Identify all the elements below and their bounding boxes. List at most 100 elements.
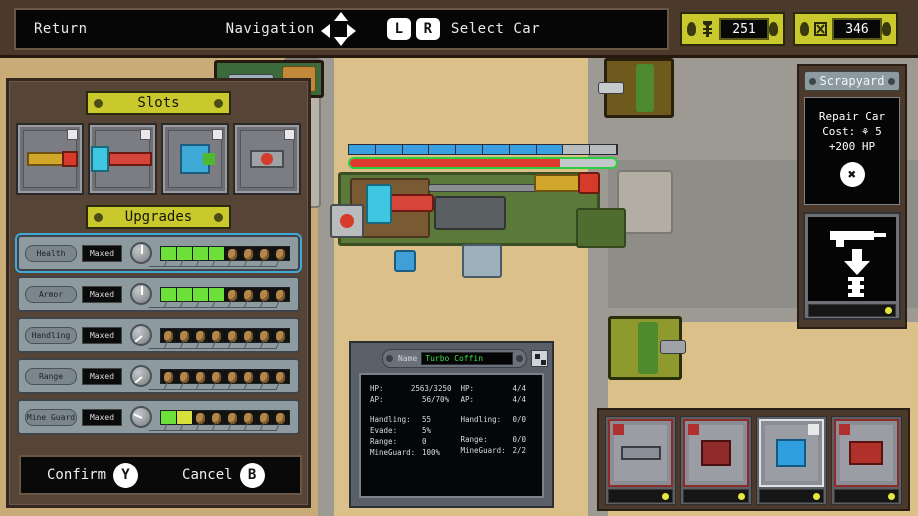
sell-indicator-dot — [885, 307, 892, 314]
weapon-4-core-icon — [260, 153, 273, 165]
upgrade-segment-cost-screw-icon — [257, 369, 273, 383]
sell-weapon-option[interactable] — [803, 212, 901, 320]
slot-weapon-1[interactable] — [16, 123, 85, 195]
upgrade-segment-cost-screw-icon — [161, 328, 177, 342]
upgrade-maxed-button[interactable]: Maxed — [82, 408, 122, 426]
upgrade-label: Armor — [25, 285, 77, 303]
inventory-weapon-frame — [608, 419, 674, 487]
stat-value: 0/0 — [512, 415, 527, 424]
weapon-red-mortar-icon — [700, 440, 731, 466]
cancel-button[interactable]: Cancel B — [182, 462, 265, 488]
upgrade-segment-cost-screw-icon — [241, 287, 257, 301]
stat-line: Handling: 55 — [370, 414, 452, 425]
upgrade-segment-filled — [193, 287, 209, 301]
inventory-slot-2[interactable] — [680, 416, 752, 505]
repair-car-option[interactable]: Repair Car Cost: ⚘ 5 +200 HP ✖ — [804, 97, 900, 205]
inventory-class-tag — [807, 424, 819, 435]
player-health-bars — [348, 144, 618, 169]
slot-2-class-tag — [139, 129, 151, 140]
upgrade-knob-dial[interactable] — [130, 283, 152, 305]
upgrades-header: Upgrades — [86, 205, 231, 229]
hp-bar-fill — [350, 159, 561, 167]
repair-action-button[interactable]: ✖ — [839, 162, 865, 187]
slot-weapon-4[interactable] — [232, 123, 301, 195]
weapon-1-tip-icon — [62, 151, 79, 167]
parts-value: 346 — [832, 18, 882, 40]
upgrade-segment-cost-screw-icon — [225, 369, 241, 383]
screw-icon-scrap-left — [809, 77, 816, 85]
stats-column-slots: HP: 4/4 AP: 4/4 Handling: 0/0 Range: 0/0 MineGua… — [452, 383, 543, 458]
upgrade-knob-dial[interactable] — [130, 242, 152, 264]
upgrade-maxed-button[interactable]: Maxed — [82, 244, 122, 262]
bolt-screw-icon — [700, 20, 715, 38]
inventory-weapon-frame — [683, 419, 749, 487]
mounted-weapon-launcher[interactable] — [388, 194, 434, 212]
upgrade-tick-marks — [148, 342, 280, 349]
mounted-weapon-star-core — [340, 214, 354, 228]
stat-key: Range: — [460, 435, 488, 444]
ap-segment-filled — [349, 145, 376, 154]
slot-4-class-tag — [284, 129, 295, 140]
car-thumbnail-icon[interactable] — [531, 350, 548, 367]
upgrade-row-range[interactable]: Range Maxed — [17, 358, 300, 394]
upgrade-row-armor[interactable]: Armor Maxed — [17, 276, 300, 312]
upgrade-maxed-button[interactable]: Maxed — [82, 285, 122, 303]
upgrade-segment-cost-screw-icon — [273, 246, 289, 260]
car-name-input[interactable]: Turbo Coffin — [421, 352, 513, 365]
upgrade-knob-dial[interactable] — [130, 324, 152, 346]
control-hints-bar: Return Navigation L R Select Car — [14, 8, 669, 50]
upgrade-segment-cost-screw-icon — [193, 410, 209, 424]
upgrade-tick-marks — [148, 383, 280, 390]
slot-3-class-tag — [211, 129, 223, 140]
upgrade-segment-cost-screw-icon — [241, 369, 257, 383]
upgrade-maxed-button[interactable]: Maxed — [82, 367, 122, 385]
inventory-slot-3[interactable] — [755, 416, 827, 505]
slot-weapon-3[interactable] — [160, 123, 229, 195]
upgrade-knob-dial[interactable] — [130, 365, 152, 387]
car-stats-panel: Name Turbo Coffin HP: 2563/3250 AP: 56/70% H… — [349, 341, 554, 508]
confirm-button[interactable]: Confirm Y — [47, 462, 139, 488]
stat-value: 4/4 — [512, 395, 527, 404]
right-bumper-key[interactable]: R — [415, 18, 440, 40]
player-convoy-truck[interactable] — [330, 140, 630, 280]
inventory-weapon-frame — [758, 419, 824, 487]
upgrade-segment-bar — [160, 327, 290, 343]
inventory-slot-1[interactable] — [605, 416, 677, 505]
upgrade-segment-filled — [209, 246, 225, 260]
upgrade-label: Range — [25, 367, 77, 385]
confirm-cancel-bar: Confirm Y Cancel B — [19, 455, 302, 495]
tick-mark — [260, 424, 280, 431]
ap-segment-empty — [590, 145, 617, 154]
upgrade-maxed-button[interactable]: Maxed — [82, 326, 122, 344]
upgrade-segment-filled — [161, 287, 177, 301]
repair-title: Repair Car — [818, 110, 886, 123]
truck-turret-lower[interactable] — [462, 244, 502, 278]
scrapyard-title: Scrapyard — [804, 71, 900, 91]
inventory-slot-4[interactable] — [830, 416, 902, 505]
upgrade-row-mine-guard[interactable]: Mine Guard Maxed — [17, 399, 300, 435]
ap-segment-filled — [456, 145, 483, 154]
upgrade-segment-cost-screw-icon — [193, 328, 209, 342]
confirm-key-y: Y — [113, 462, 139, 488]
upgrade-segment-cost-screw-icon — [209, 369, 225, 383]
return-label[interactable]: Return — [34, 21, 88, 37]
stat-line: MineGuard: 100% — [370, 447, 452, 458]
left-bumper-key[interactable]: L — [386, 18, 411, 40]
slot-1-class-tag — [67, 129, 79, 140]
upgrade-segment-cost-screw-icon — [241, 328, 257, 342]
screw-icon-left — [94, 98, 103, 108]
weapon-gray-gatling-gun-icon — [620, 446, 661, 460]
upgrade-label: Mine Guard — [25, 408, 77, 426]
dpad-icon[interactable] — [320, 12, 357, 46]
upgrade-row-health[interactable]: Health Maxed — [17, 235, 300, 271]
ap-segment-filled — [375, 145, 403, 154]
stat-line: AP: 4/4 — [461, 394, 543, 405]
lr-shoulder-buttons[interactable]: L R — [386, 18, 445, 40]
upgrade-knob-dial[interactable] — [130, 406, 152, 428]
upgrade-row-handling[interactable]: Handling Maxed — [17, 317, 300, 353]
slot-weapon-2[interactable] — [88, 123, 157, 195]
stat-key: MineGuard: — [370, 448, 416, 457]
upgrade-segment-cost-screw-icon — [225, 287, 241, 301]
inventory-slot-bar — [758, 489, 824, 503]
upgrade-segment-cost-screw-icon — [241, 246, 257, 260]
